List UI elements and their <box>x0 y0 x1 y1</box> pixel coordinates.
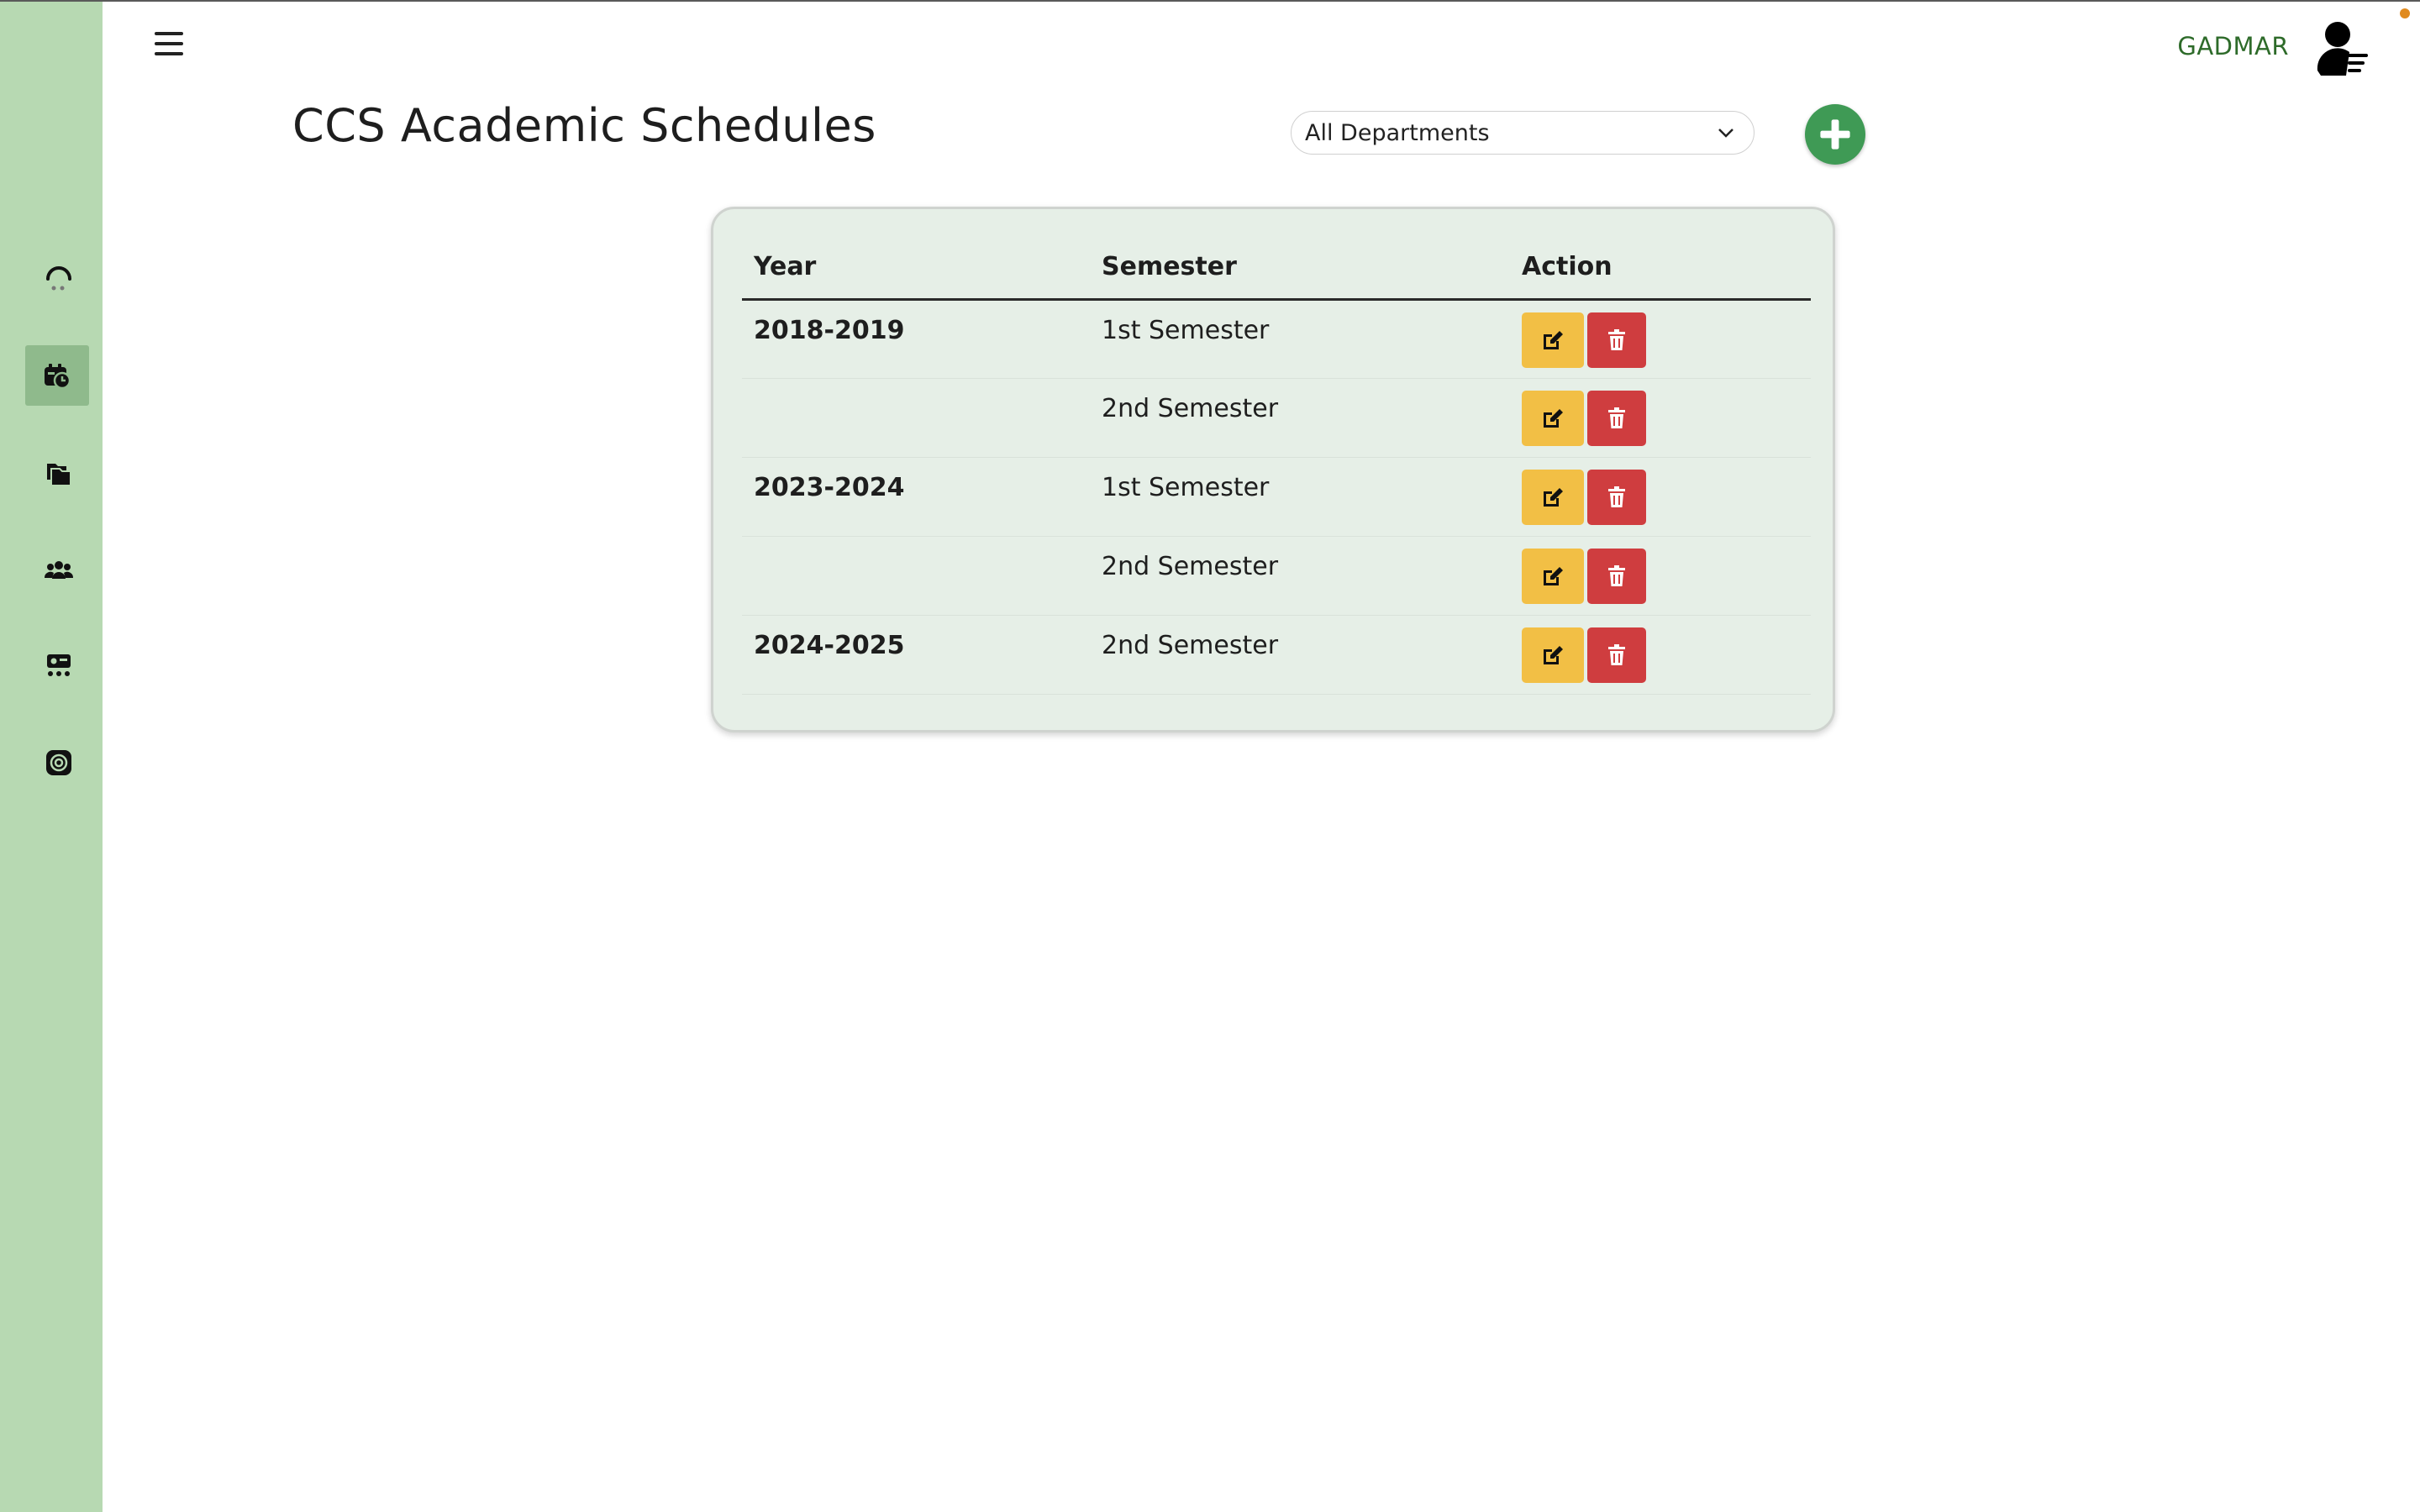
semester-cell: 2nd Semester <box>1090 536 1510 616</box>
department-select[interactable]: All Departments <box>1291 111 1754 155</box>
trash-icon <box>1608 329 1625 350</box>
sidebar <box>0 2 103 1512</box>
edit-icon <box>1544 646 1563 664</box>
edit-icon <box>1544 331 1563 349</box>
username-label[interactable]: GADMAR <box>2177 32 2289 60</box>
action-cell <box>1510 615 1811 695</box>
semester-cell: 1st Semester <box>1090 457 1510 537</box>
edit-button[interactable] <box>1522 391 1584 446</box>
users-icon <box>44 561 74 579</box>
table-row: 2023-2024 1st Semester <box>742 457 1811 537</box>
schedule-icon <box>45 364 71 390</box>
trash-icon <box>1608 486 1625 507</box>
delete-button[interactable] <box>1587 470 1646 525</box>
year-cell: 2024-2025 <box>742 615 1090 695</box>
year-cell: 2023-2024 <box>742 457 1090 537</box>
action-cell <box>1510 536 1811 616</box>
sidebar-item-schedules[interactable] <box>25 345 89 406</box>
plus-icon <box>1820 119 1850 150</box>
semester-cell: 1st Semester <box>1090 299 1510 379</box>
chevron-down-icon <box>1718 129 1733 138</box>
menu-toggle-button[interactable] <box>155 32 183 55</box>
department-select-value: All Departments <box>1305 119 1490 146</box>
notification-dot <box>2400 8 2410 18</box>
schedules-card: Year Semester Action 2018-2019 1st Semes… <box>711 207 1835 732</box>
edit-icon <box>1544 567 1563 585</box>
table-row: 2018-2019 1st Semester <box>742 299 1811 379</box>
table-row: 2nd Semester <box>742 378 1811 458</box>
column-header-year: Year <box>742 234 1090 301</box>
hamburger-line <box>155 42 183 45</box>
sidebar-item-user-grid[interactable] <box>27 636 91 696</box>
year-cell <box>742 378 1090 458</box>
hamburger-line <box>155 52 183 55</box>
loading-icon <box>46 266 71 291</box>
semester-cell: 2nd Semester <box>1090 378 1510 458</box>
delete-button[interactable] <box>1587 312 1646 368</box>
sidebar-item-files[interactable] <box>27 444 91 504</box>
table-row: 2024-2025 2nd Semester <box>742 615 1811 695</box>
files-icon <box>47 464 71 486</box>
edit-button[interactable] <box>1522 470 1584 525</box>
action-cell <box>1510 378 1811 458</box>
edit-icon <box>1544 488 1563 507</box>
column-header-semester: Semester <box>1090 234 1510 301</box>
year-cell <box>742 536 1090 616</box>
delete-button[interactable] <box>1587 549 1646 604</box>
sidebar-item-settings[interactable] <box>27 732 91 793</box>
table-row: 2nd Semester <box>742 536 1811 616</box>
sidebar-item-loading[interactable] <box>27 249 91 309</box>
action-cell <box>1510 299 1811 379</box>
trash-icon <box>1608 565 1625 586</box>
sidebar-item-users[interactable] <box>27 540 91 601</box>
table-header-row: Year Semester Action <box>742 234 1811 301</box>
edit-icon <box>1544 409 1563 428</box>
edit-button[interactable] <box>1522 549 1584 604</box>
action-cell <box>1510 457 1811 537</box>
trash-icon <box>1608 644 1625 665</box>
edit-button[interactable] <box>1522 627 1584 683</box>
delete-button[interactable] <box>1587 627 1646 683</box>
user-avatar-icon[interactable] <box>2316 20 2370 77</box>
settings-cog-icon <box>46 750 71 775</box>
trash-icon <box>1608 407 1625 428</box>
top-border <box>0 0 2420 2</box>
edit-button[interactable] <box>1522 312 1584 368</box>
column-header-action: Action <box>1510 234 1811 301</box>
delete-button[interactable] <box>1587 391 1646 446</box>
schedules-table: Year Semester Action 2018-2019 1st Semes… <box>742 234 1811 695</box>
hamburger-line <box>155 32 183 35</box>
user-grid-icon <box>47 654 71 676</box>
semester-cell: 2nd Semester <box>1090 615 1510 695</box>
add-schedule-button[interactable] <box>1805 104 1865 165</box>
page-title: CCS Academic Schedules <box>292 99 876 152</box>
year-cell: 2018-2019 <box>742 299 1090 379</box>
